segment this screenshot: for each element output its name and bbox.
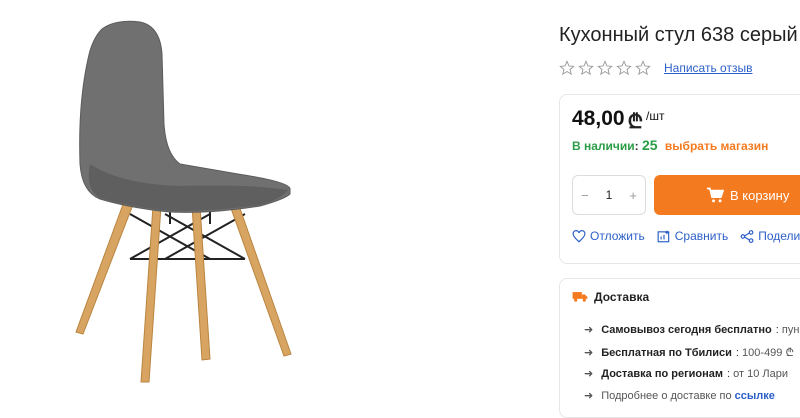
quantity-stepper: − 1 + — [572, 175, 646, 215]
star-icon[interactable] — [597, 60, 613, 76]
quantity-value[interactable]: 1 — [606, 188, 613, 202]
star-icon[interactable] — [635, 60, 651, 76]
delivery-option: ➜ Самовывоз сегодня бесплатно: пун — [584, 323, 800, 337]
delivery-header: Доставка — [572, 290, 649, 304]
product-image-chair[interactable] — [60, 14, 310, 384]
star-icon[interactable] — [616, 60, 632, 76]
star-icon[interactable] — [559, 60, 575, 76]
delivery-details-link[interactable]: ссылке — [735, 390, 775, 402]
cart-icon — [707, 187, 724, 203]
delivery-option: ➜ Подробнее о доставке по ссылке — [584, 389, 775, 403]
wishlist-button[interactable]: Отложить — [572, 229, 645, 243]
rating-row: Написать отзыв — [559, 60, 752, 76]
price-value: 48,00 — [572, 107, 625, 130]
delivery-option: ➜ Бесплатная по Тбилиси: 100-499 ₾ — [584, 346, 794, 360]
stock-count: 25 — [642, 137, 658, 153]
write-review-link[interactable]: Написать отзыв — [664, 61, 752, 75]
stock-status: В наличии: 25 выбрать магазин — [572, 137, 769, 153]
heart-icon — [572, 229, 586, 243]
add-to-cart-label: В корзину — [730, 187, 790, 203]
truck-icon — [572, 292, 588, 302]
product-title: Кухонный стул 638 серый — [559, 24, 798, 46]
price-unit: /шт — [645, 109, 665, 123]
arrow-right-icon: ➜ — [584, 368, 594, 380]
buy-card: 48,00 ₾ /шт В наличии: 25 выбрать магази… — [559, 94, 800, 264]
add-to-cart-button[interactable]: В корзину — [654, 175, 800, 215]
star-icon[interactable] — [578, 60, 594, 76]
quantity-plus-button[interactable]: + — [629, 188, 637, 203]
arrow-right-icon: ➜ — [584, 390, 594, 402]
choose-store-link[interactable]: выбрать магазин — [665, 139, 768, 153]
delivery-card: Доставка ➜ Самовывоз сегодня бесплатно: … — [559, 278, 800, 418]
stock-label: В наличии — [572, 139, 635, 153]
arrow-right-icon: ➜ — [584, 324, 594, 336]
delivery-option: ➜ Доставка по регионам: от 10 Лари — [584, 367, 789, 381]
compare-button[interactable]: Сравнить — [657, 229, 728, 243]
product-image-area — [0, 0, 540, 402]
delivery-title: Доставка — [594, 290, 650, 304]
price: 48,00 ₾ /шт — [572, 107, 664, 134]
compare-icon — [657, 230, 669, 242]
arrow-right-icon: ➜ — [584, 347, 594, 359]
share-button[interactable]: Поделить — [740, 229, 800, 243]
share-icon — [740, 229, 754, 243]
product-actions: Отложить Сравнить Поделить — [572, 229, 800, 243]
quantity-minus-button[interactable]: − — [581, 188, 589, 203]
currency-lari-icon: ₾ — [627, 111, 643, 133]
